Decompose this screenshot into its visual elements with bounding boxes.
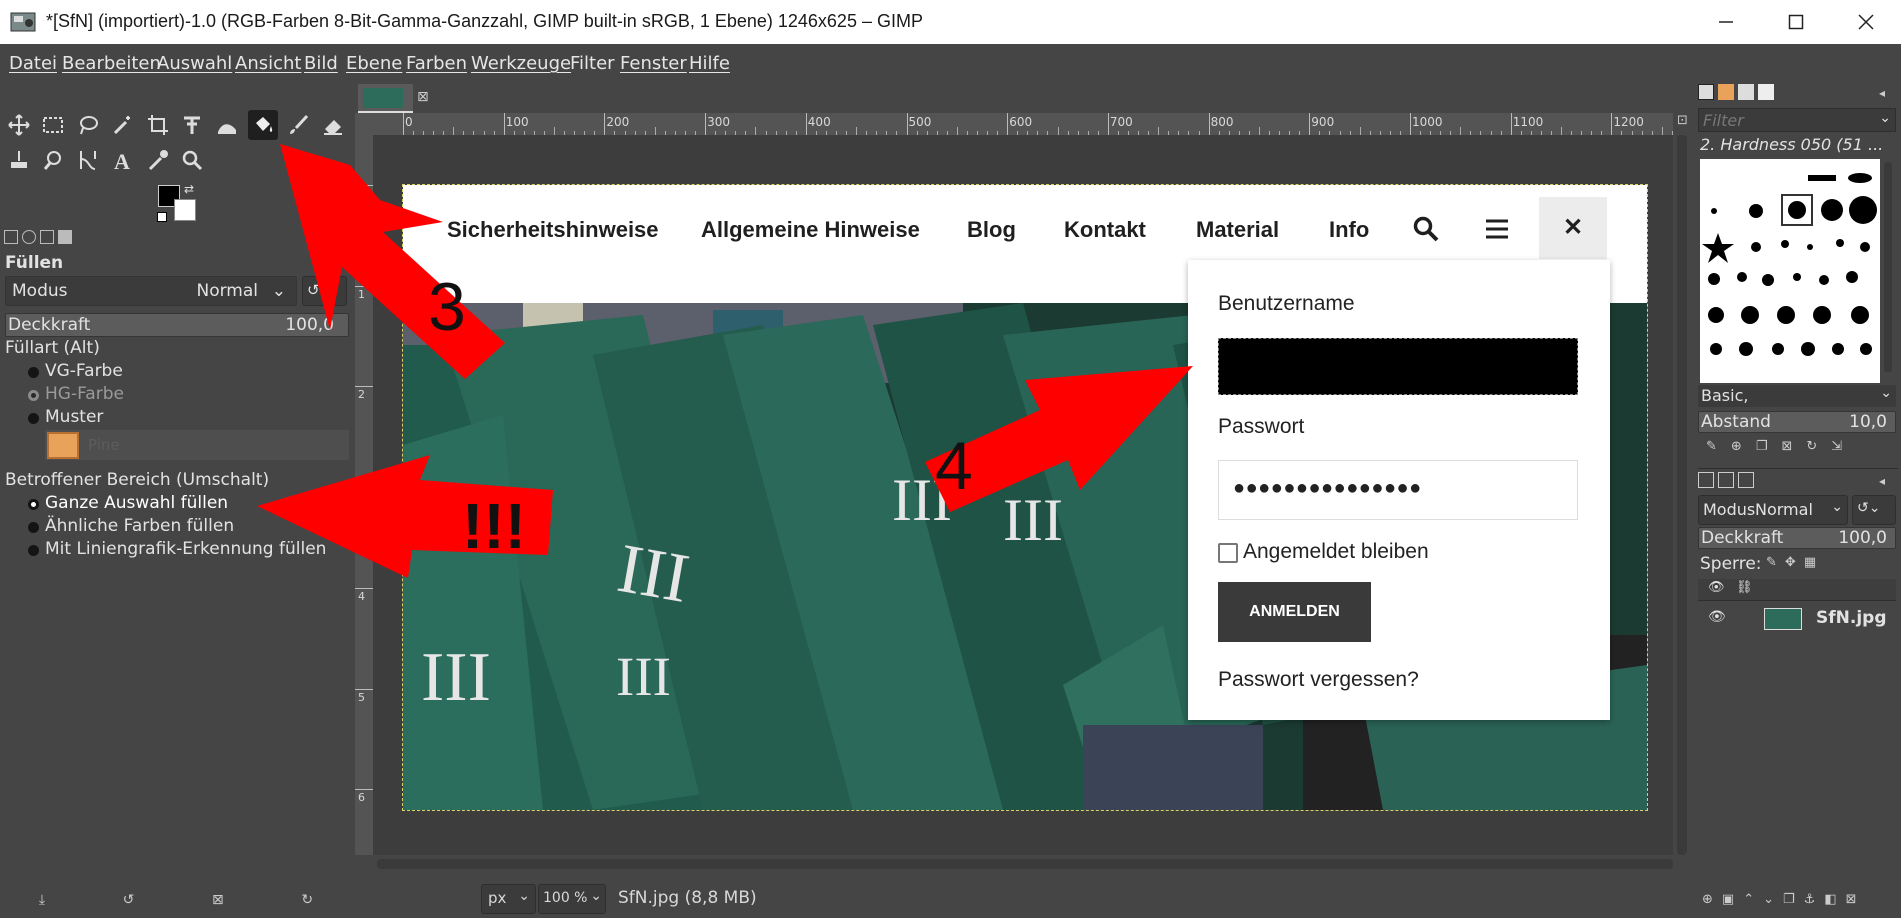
annotation-overlay: 3 !!! 4 [257, 144, 1193, 578]
duplicate-layer-icon[interactable]: ❐ [1783, 892, 1795, 907]
dock-menu-icon[interactable]: ◂ [1879, 474, 1885, 488]
layer-row[interactable]: 👁 SfN.jpg [1698, 603, 1896, 635]
lock-pixels-icon[interactable]: ✎ [1766, 555, 1777, 570]
layers-dock-tabs [1698, 472, 1754, 488]
brush-grid[interactable] [1700, 159, 1880, 383]
chevron-down-icon: ⌄ [518, 888, 530, 904]
layer-actions: ⊕ ▣ ⌃ ⌄ ❐ ⚓ ◧ ⊠ [1702, 892, 1857, 907]
chevron-down-icon: ⌄ [1879, 110, 1891, 126]
visibility-header-icon: 👁 [1708, 580, 1725, 595]
layer-opacity-slider[interactable]: Deckkraft 100,0 [1698, 527, 1896, 549]
annotation-3: 3 [428, 269, 466, 345]
layer-opacity-label: Deckkraft [1701, 528, 1784, 548]
dock-menu-icon[interactable]: ◂ [1879, 86, 1885, 100]
edit-brush-icon[interactable]: ✎ [1706, 439, 1717, 454]
delete-brush-icon[interactable]: ⊠ [1781, 439, 1792, 454]
anchor-layer-icon[interactable]: ⚓ [1804, 892, 1816, 907]
fonts-tab-icon[interactable] [1738, 84, 1754, 100]
zoom-dropdown[interactable]: 100 % ⌄ [538, 884, 606, 914]
channels-tab-icon[interactable] [1718, 472, 1734, 488]
spacing-value: 10,0 [1849, 412, 1887, 432]
right-dock: ◂ Filter ⌄ 2. Hardness 050 (51 ... Basic… [1696, 82, 1901, 918]
unit-dropdown[interactable]: px ⌄ [481, 884, 536, 914]
layer-name[interactable]: SfN.jpg [1816, 608, 1887, 628]
status-bar: px ⌄ 100 % ⌄ SfN.jpg (8,8 MB) [355, 880, 1696, 918]
layers-tab-icon[interactable] [1698, 472, 1714, 488]
dock-separator [1698, 468, 1898, 469]
chevron-down-icon: ⌄ [1880, 385, 1892, 401]
annotation-exclamations: !!! [462, 490, 526, 562]
brush-actions: ✎ ⊕ ❐ ⊠ ↻ ⇲ [1706, 439, 1842, 454]
layer-mode-label: Modus [1703, 500, 1756, 519]
refresh-brushes-icon[interactable]: ↻ [1806, 439, 1817, 454]
spacing-label: Abstand [1701, 412, 1771, 432]
patterns-tab-icon[interactable] [1718, 84, 1734, 100]
new-group-icon[interactable]: ▣ [1722, 892, 1734, 907]
brush-preset-dropdown[interactable]: Basic, ⌄ [1698, 385, 1896, 407]
layer-mode-reset-button[interactable]: ↺⌄ [1852, 495, 1896, 525]
duplicate-brush-icon[interactable]: ❐ [1756, 439, 1768, 454]
lock-alpha-icon[interactable]: ▦ [1804, 555, 1816, 570]
brush-filter-input[interactable]: Filter ⌄ [1698, 108, 1896, 132]
chain-header-icon: ⛓ [1736, 580, 1753, 595]
lock-icons: ✎ ✥ ▦ [1766, 555, 1816, 570]
layer-opacity-value: 100,0 [1838, 528, 1887, 548]
brush-name: 2. Hardness 050 (51 ... [1700, 135, 1884, 154]
document-history-tab-icon[interactable] [1758, 84, 1774, 100]
new-brush-icon[interactable]: ⊕ [1731, 439, 1742, 454]
unit-value: px [488, 889, 507, 907]
lower-layer-icon[interactable]: ⌄ [1763, 892, 1774, 907]
visibility-eye-icon[interactable]: 👁 [1708, 609, 1726, 625]
chevron-down-icon: ⌄ [590, 888, 602, 904]
mask-layer-icon[interactable]: ◧ [1824, 892, 1836, 907]
red-arrow-3 [280, 144, 505, 379]
lock-position-icon[interactable]: ✥ [1785, 555, 1796, 570]
annotation-4: 4 [935, 428, 973, 504]
brushes-tab-icon[interactable] [1698, 84, 1714, 100]
brush-grid-scrollbar[interactable] [1884, 162, 1892, 372]
brush-filter-placeholder: Filter [1703, 111, 1744, 130]
raise-layer-icon[interactable]: ⌃ [1743, 892, 1754, 907]
layer-mode-dropdown[interactable]: Modus Normal ⌄ [1698, 495, 1848, 525]
paths-tab-icon[interactable] [1738, 472, 1754, 488]
file-info: SfN.jpg (8,8 MB) [618, 888, 757, 908]
brush-preset-value: Basic, [1701, 386, 1749, 405]
lock-label: Sperre: [1700, 554, 1762, 574]
delete-layer-icon[interactable]: ⊠ [1846, 892, 1857, 907]
open-brush-icon[interactable]: ⇲ [1831, 439, 1842, 454]
spacing-slider[interactable]: Abstand 10,0 [1698, 411, 1896, 433]
layer-thumbnail [1764, 608, 1802, 630]
zoom-value: 100 % [543, 890, 588, 906]
chevron-down-icon: ⌄ [1831, 499, 1843, 515]
layers-header: 👁 ⛓ [1698, 579, 1896, 601]
layer-mode-value: Normal [1755, 500, 1813, 519]
reset-icon: ↺⌄ [1857, 500, 1881, 516]
brush-dock-tabs [1698, 84, 1774, 100]
new-layer-icon[interactable]: ⊕ [1702, 892, 1713, 907]
